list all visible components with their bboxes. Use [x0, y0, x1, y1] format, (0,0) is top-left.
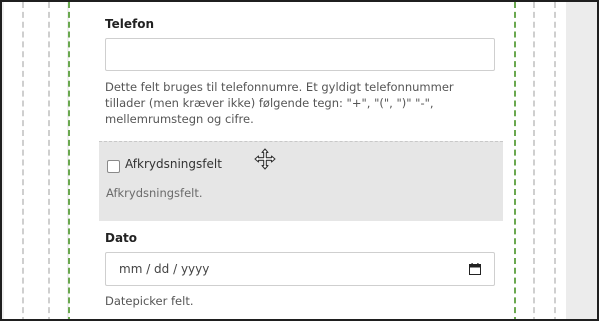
- form-builder-canvas: Telefon Dette felt bruges til telefonnum…: [0, 0, 599, 321]
- right-gutter: [516, 2, 566, 319]
- inner-guide-right: [533, 2, 535, 319]
- checkbox-label: Afkrydsningsfelt: [125, 157, 222, 171]
- calendar-icon[interactable]: [469, 263, 481, 275]
- dato-input[interactable]: mm / dd / yyyy: [105, 252, 495, 286]
- checkbox[interactable]: [107, 160, 120, 173]
- checkbox-field-block[interactable]: Afkrydsningsfelt Afkrydsningsfelt.: [99, 141, 503, 221]
- move-icon[interactable]: [254, 148, 276, 170]
- telefon-input[interactable]: [105, 38, 495, 71]
- outer-guide-right: [554, 2, 556, 319]
- telefon-help-text: Dette felt bruges til telefonnumre. Et g…: [105, 80, 454, 126]
- checkbox-help-text: Afkrydsningsfelt.: [106, 186, 203, 200]
- dato-label: Dato: [105, 231, 138, 245]
- outer-guide-left: [22, 2, 24, 319]
- dato-help-text: Datepicker felt.: [105, 294, 194, 308]
- column-guide-right: [514, 2, 516, 319]
- outer-right-panel: [566, 2, 597, 319]
- column-guide-left: [68, 2, 70, 319]
- left-gutter: [4, 2, 67, 319]
- inner-guide-left: [48, 2, 50, 319]
- dato-placeholder: mm / dd / yyyy: [119, 262, 210, 276]
- telefon-label: Telefon: [105, 17, 154, 31]
